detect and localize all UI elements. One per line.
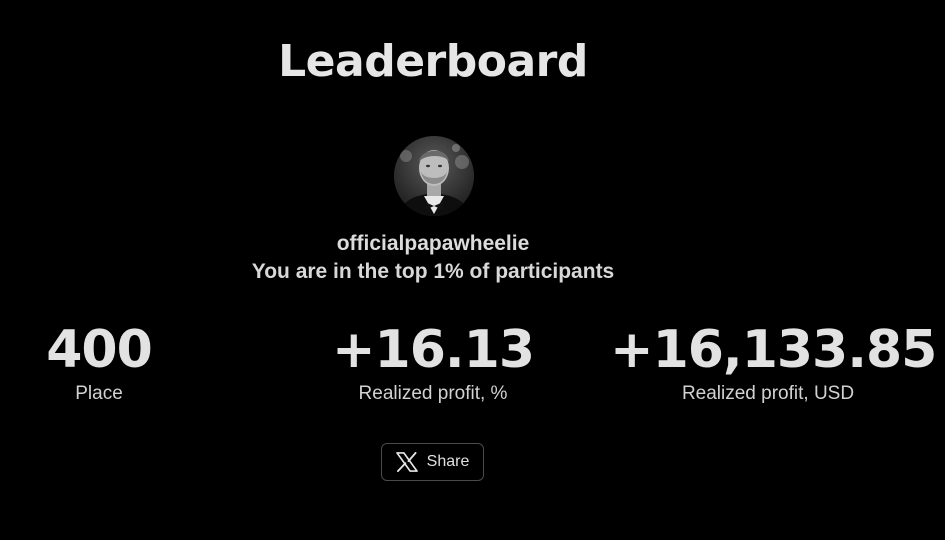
- x-logo-icon: [395, 452, 418, 472]
- stat-label: Place: [75, 383, 123, 404]
- stat-value: +16,133.85: [610, 320, 937, 380]
- stat-label: Realized profit, %: [358, 383, 508, 404]
- rank-percentile-text: You are in the top 1% of participants: [251, 260, 615, 283]
- page-title: Leaderboard: [278, 36, 588, 87]
- stat-place: 400 Place: [20, 318, 178, 407]
- user-photo: [394, 136, 474, 216]
- stat-realized-profit-usd: +16,133.85 Realized profit, USD: [610, 318, 937, 407]
- share-label: Share: [426, 453, 470, 470]
- share-button[interactable]: Share: [381, 443, 484, 481]
- stat-label: Realized profit, USD: [681, 383, 855, 404]
- avatar: [394, 136, 474, 216]
- stat-realized-profit-percent: +16.13 Realized profit, %: [300, 318, 566, 407]
- stat-value: 400: [46, 320, 153, 380]
- stat-value: +16.13: [331, 320, 535, 380]
- username: officialpapawheelie: [336, 232, 530, 255]
